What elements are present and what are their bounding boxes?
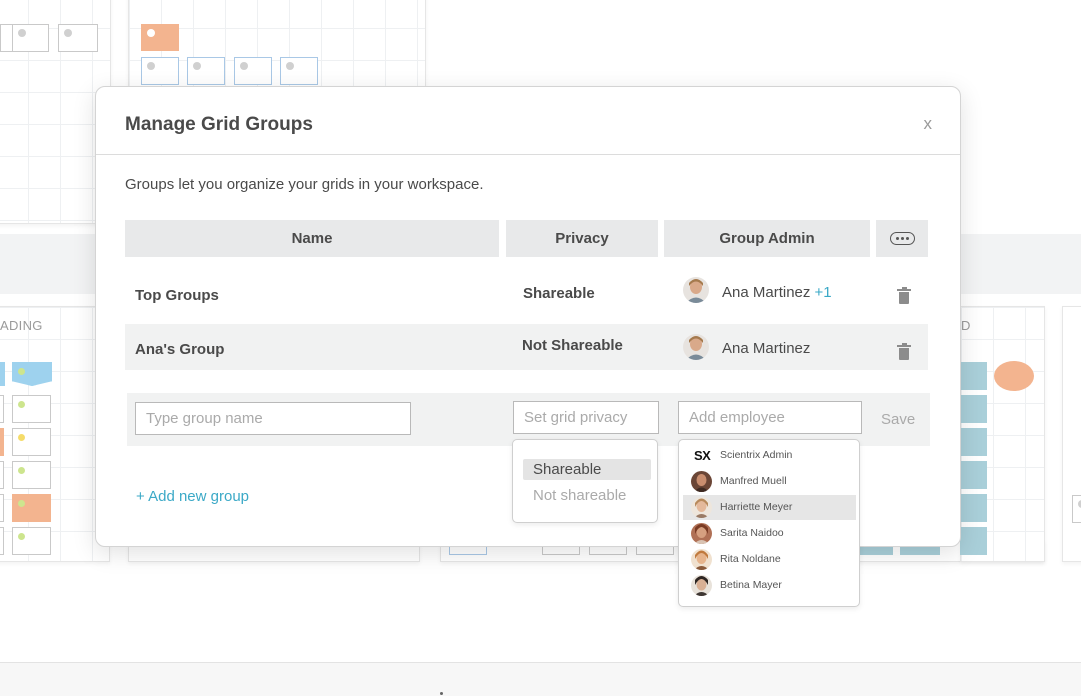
employee-option[interactable]: Betina Mayer bbox=[683, 573, 856, 598]
employee-avatar bbox=[691, 497, 712, 518]
board-card bbox=[141, 24, 179, 51]
privacy-select[interactable]: Set grid privacy bbox=[513, 401, 659, 434]
group-name: Top Groups bbox=[135, 287, 219, 304]
employee-option[interactable]: Manfred Muell bbox=[683, 469, 856, 494]
admin-avatar bbox=[683, 277, 709, 303]
more-options-button[interactable] bbox=[876, 220, 928, 257]
column-header-privacy: Privacy bbox=[506, 220, 658, 257]
employee-avatar bbox=[691, 523, 712, 544]
footer-bar bbox=[0, 662, 1081, 696]
board-card bbox=[0, 395, 4, 423]
board-card bbox=[960, 428, 987, 456]
delete-icon[interactable] bbox=[897, 343, 911, 360]
privacy-option-not-shareable[interactable]: Not shareable bbox=[523, 485, 651, 506]
employee-name: Betina Mayer bbox=[720, 579, 782, 591]
column-header-name: Name bbox=[125, 220, 499, 257]
board-card bbox=[234, 57, 272, 85]
employee-name: Harriette Meyer bbox=[720, 501, 793, 513]
group-name-input[interactable]: Type group name bbox=[135, 402, 411, 435]
board-card bbox=[12, 362, 52, 386]
table-row[interactable]: Ana's Group Not Shareable Ana Martinez bbox=[125, 324, 928, 370]
privacy-option-shareable[interactable]: Shareable bbox=[523, 459, 651, 480]
board-card bbox=[12, 527, 51, 555]
board-card bbox=[12, 428, 51, 456]
group-name: Ana's Group bbox=[135, 341, 225, 358]
board-card bbox=[12, 461, 51, 489]
modal-description: Groups let you organize your grids in yo… bbox=[125, 176, 484, 193]
board-card bbox=[0, 527, 4, 555]
board-card bbox=[0, 461, 4, 489]
board-card bbox=[12, 395, 51, 423]
board-card bbox=[1072, 495, 1081, 523]
scientrix-logo-icon: SX bbox=[694, 448, 711, 463]
column-header-group-admin: Group Admin bbox=[664, 220, 870, 257]
employee-option[interactable]: Rita Noldane bbox=[683, 547, 856, 572]
close-button[interactable]: x bbox=[924, 115, 933, 132]
board-card bbox=[0, 428, 4, 456]
employee-avatar bbox=[691, 549, 712, 570]
employee-name: Manfred Muell bbox=[720, 475, 787, 487]
board-column-label: ADING bbox=[0, 318, 43, 333]
employee-name: Scientrix Admin bbox=[720, 449, 793, 461]
employee-option[interactable]: Sarita Naidoo bbox=[683, 521, 856, 546]
employee-avatar bbox=[691, 575, 712, 596]
footer-mark bbox=[440, 692, 443, 695]
employee-dropdown: SX Scientrix Admin Manfred Muell Harriet… bbox=[678, 439, 860, 607]
board-card bbox=[960, 494, 987, 522]
board-panel bbox=[1062, 306, 1081, 562]
admin-extra-count[interactable]: +1 bbox=[815, 284, 832, 301]
board-card bbox=[187, 57, 225, 85]
board-column-label: D bbox=[961, 318, 971, 333]
group-admin-name: Ana Martinez bbox=[722, 340, 811, 357]
board-card bbox=[994, 361, 1034, 391]
board-card bbox=[960, 395, 987, 423]
board-card bbox=[280, 57, 318, 85]
add-new-group-link[interactable]: + Add new group bbox=[136, 488, 249, 505]
group-privacy: Shareable bbox=[523, 285, 595, 302]
more-horizontal-icon bbox=[889, 232, 915, 245]
board-card bbox=[0, 494, 4, 522]
employee-option[interactable]: Harriette Meyer bbox=[683, 495, 856, 520]
board-card bbox=[12, 24, 49, 52]
delete-icon[interactable] bbox=[897, 287, 911, 304]
employee-avatar bbox=[691, 471, 712, 492]
group-admin-name: Ana Martinez +1 bbox=[722, 284, 832, 301]
board-card bbox=[960, 362, 987, 390]
admin-avatar bbox=[683, 334, 709, 360]
board-card bbox=[12, 494, 51, 522]
modal-header: Manage Grid Groups x bbox=[96, 87, 960, 155]
privacy-dropdown: Shareable Not shareable bbox=[512, 439, 658, 523]
board-card bbox=[960, 461, 987, 489]
board-card bbox=[960, 527, 987, 555]
board-card bbox=[141, 57, 179, 85]
add-employee-input[interactable]: Add employee bbox=[678, 401, 862, 434]
save-button[interactable]: Save bbox=[881, 411, 915, 428]
employee-name: Sarita Naidoo bbox=[720, 527, 784, 539]
employee-option[interactable]: SX Scientrix Admin bbox=[683, 443, 856, 468]
board-card bbox=[0, 362, 5, 386]
employee-name: Rita Noldane bbox=[720, 553, 781, 565]
group-privacy: Not Shareable bbox=[522, 337, 623, 354]
board-card bbox=[58, 24, 98, 52]
modal-title: Manage Grid Groups bbox=[125, 114, 313, 135]
table-row[interactable]: Top Groups Shareable Ana Martinez +1 bbox=[125, 269, 928, 321]
